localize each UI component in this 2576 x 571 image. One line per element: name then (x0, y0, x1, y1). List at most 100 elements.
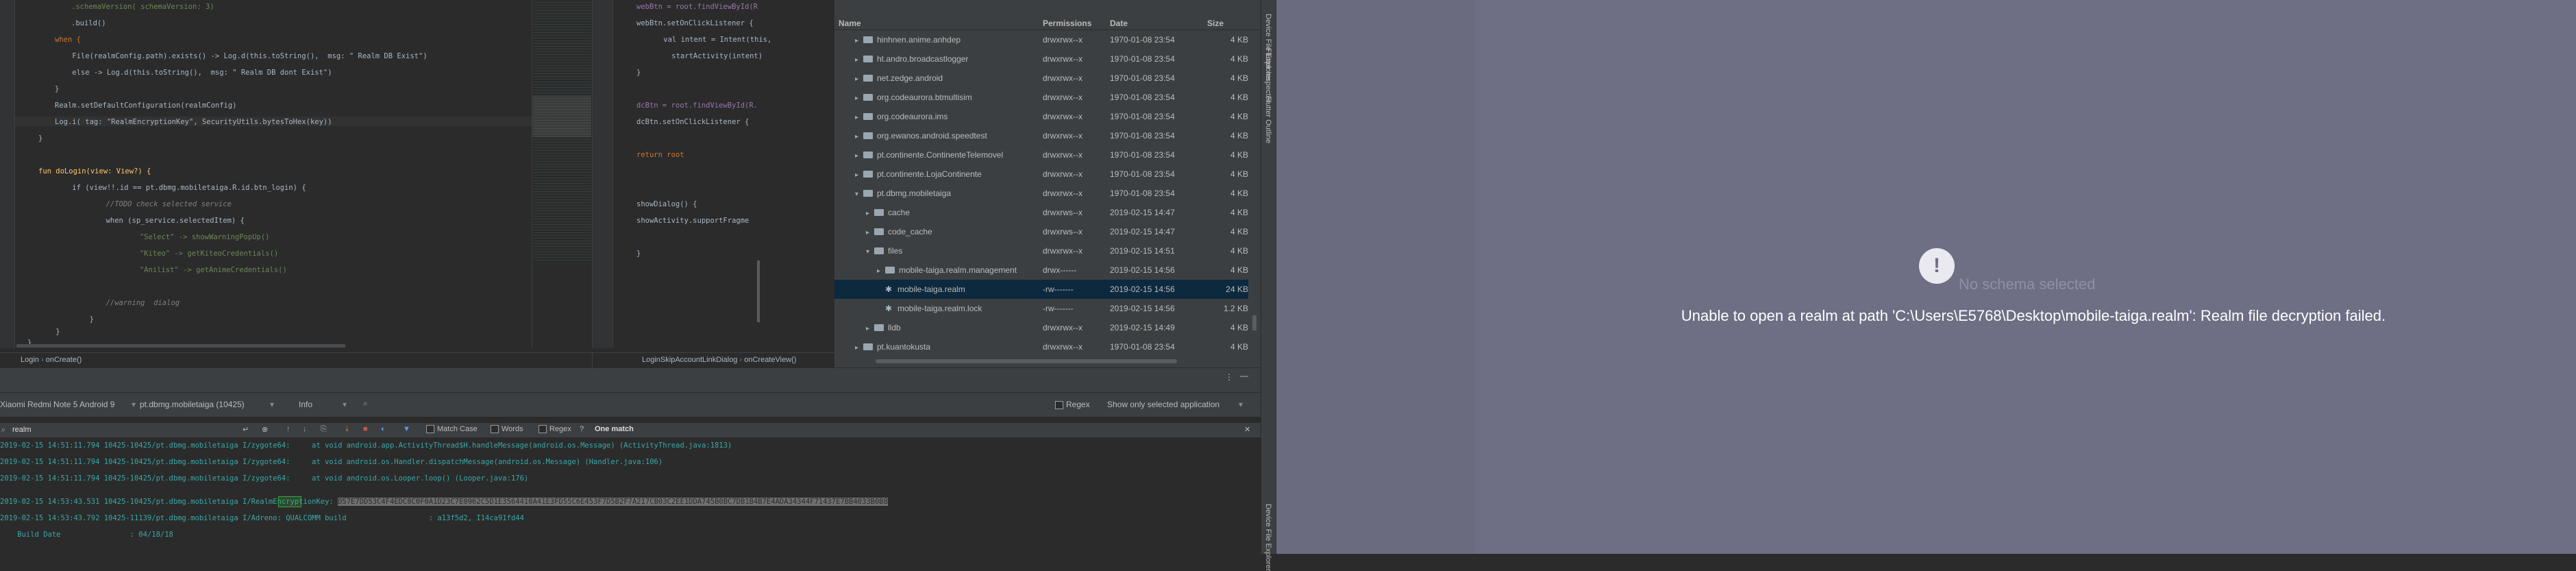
file-row[interactable]: ▸ hinhnen.anime.anhdep drwxrwx--x 1970-01-0… (834, 30, 1248, 49)
context-icon[interactable]: ◐ (381, 425, 386, 433)
file-row[interactable]: ▾ pt.dbmg.mobiletaiga drwxrwx--x 1970-01-08… (834, 184, 1248, 203)
file-row[interactable]: ▸ pt.kuantokusta drwxrwx--x 1970-01-08 23:5… (834, 337, 1248, 356)
breadcrumb-item[interactable]: LoginSkipAccountLinkDialog (598, 356, 737, 364)
file-row[interactable]: ▸ org.codeaurora.btmultisim drwxrwx--x 1970… (834, 88, 1248, 107)
regex-checkbox[interactable]: Regex (538, 425, 571, 434)
file-perm-cell: drwxrwx--x (1043, 189, 1082, 198)
more-icon[interactable]: ⋮ (1225, 372, 1233, 382)
chevron-right-icon[interactable]: ▸ (855, 89, 863, 108)
search-icon[interactable]: ⌕ (363, 398, 368, 409)
column-header[interactable]: Permissions (1043, 19, 1091, 28)
regex-checkbox[interactable]: Regex (1055, 400, 1090, 409)
horizontal-scrollbar[interactable] (876, 359, 1177, 363)
file-date-cell: 1970-01-08 23:54 (1110, 54, 1175, 64)
tab-device-file-explorer-bottom[interactable]: Device File Explorer (1264, 504, 1272, 571)
breadcrumb-item[interactable]: Login (5, 356, 39, 364)
file-row[interactable]: ▸ lldb drwxrwx--x 2019-02-15 14:49 4 KB (834, 318, 1248, 337)
file-row[interactable]: ▸ pt.continente.LojaContinente drwxrwx--x 1… (834, 165, 1248, 184)
logcat-toolbar-top: ⋮ — (0, 367, 1261, 392)
file-name: pt.dbmg.mobiletaiga (877, 189, 952, 198)
stop-icon[interactable]: ■ (363, 425, 368, 433)
file-row[interactable]: ▸ net.zedge.android drwxrwx--x 1970-01-08 2… (834, 69, 1248, 88)
column-header[interactable]: Name (839, 19, 861, 28)
match-count: One match (595, 425, 634, 433)
log-level-dropdown[interactable]: Info (299, 400, 312, 409)
select-all-icon[interactable]: ⎘ (321, 425, 327, 434)
vertical-scrollbar[interactable] (1252, 315, 1256, 330)
code-line: "Kiteo" -> getKiteoCredentials() (88, 250, 279, 258)
file-icon: ✱ (885, 304, 893, 313)
code-editor-right[interactable]: webBtn = root.findViewById(R webBtn.setO… (592, 0, 834, 348)
breadcrumb-item[interactable]: onCreate() (46, 356, 82, 364)
file-name-cell: ✱ mobile-taiga.realm (877, 280, 965, 299)
chevron-right-icon[interactable]: ▸ (855, 127, 863, 147)
file-row[interactable]: ▸ code_cache drwxrws--x 2019-02-15 14:47 4 K… (834, 222, 1248, 241)
log-line: 2019-02-15 14:53:43.792 10425-11139/pt.d… (0, 514, 524, 522)
code-line: "Anilist" -> getAnimeCredentials() (88, 266, 287, 274)
arrow-up-icon[interactable]: ↑ (286, 425, 290, 433)
search-input[interactable]: realm (12, 426, 32, 434)
code-line: Log.i( tag: "RealmEncryptionKey", Securi… (55, 118, 332, 126)
logcat-output[interactable]: 2019-02-15 14:51:11.794 10425-10425/pt.d… (0, 439, 1261, 554)
code-line: } (55, 315, 94, 324)
code-line: } (38, 134, 43, 143)
chevron-down-icon[interactable]: ▾ (866, 243, 874, 262)
file-row[interactable]: ▸ org.ewanos.android.speedtest drwxrwx--x 1… (834, 126, 1248, 145)
chevron-down-icon[interactable]: ▾ (855, 185, 863, 204)
chevron-right-icon[interactable]: ▸ (855, 70, 863, 89)
tab-flutter-inspector[interactable]: Flutter Inspector (1264, 48, 1272, 102)
vertical-scrollbar[interactable] (757, 260, 760, 322)
file-row[interactable]: ▾ files drwxrwx--x 2019-02-15 14:51 4 KB (834, 241, 1248, 260)
chevron-right-icon[interactable]: ▸ (855, 166, 863, 185)
funnel-icon[interactable]: ▼ (403, 425, 410, 433)
column-header[interactable]: Date (1110, 19, 1128, 28)
filter-select-dropdown[interactable]: Show only selected application (1107, 400, 1219, 409)
words-checkbox[interactable]: Words (491, 425, 523, 434)
code-line: //TODO check selected service (71, 200, 232, 208)
file-row[interactable]: ▸ org.codeaurora.ims drwxrwx--x 1970-01-08 … (834, 107, 1248, 126)
file-row[interactable]: ✱ mobile-taiga.realm -rw------- 2019-02-15 … (834, 280, 1248, 299)
history-icon[interactable]: ↵ (243, 425, 249, 434)
file-size-cell: 4 KB (1230, 73, 1248, 83)
match-case-checkbox[interactable]: Match Case (426, 425, 478, 434)
help-icon[interactable]: ? (580, 425, 584, 433)
file-row[interactable]: ✱ mobile-taiga.realm.lock -rw------- 2019-0… (834, 299, 1248, 318)
device-dropdown[interactable]: Xiaomi Redmi Note 5 Android 9 (0, 400, 114, 409)
horizontal-scrollbar[interactable] (16, 344, 345, 348)
folder-icon (863, 93, 873, 101)
arrow-down-icon[interactable]: ↓ (303, 425, 307, 433)
code-line: return root (636, 151, 684, 159)
clear-icon[interactable]: ⊗ (262, 425, 268, 434)
folder-icon (863, 151, 873, 158)
file-row[interactable]: ▸ pt.continente.ContinenteTelemovel drwxrw… (834, 145, 1248, 165)
minimap-left[interactable] (532, 0, 592, 348)
file-size-cell: 4 KB (1230, 189, 1248, 198)
search-match-highlight (278, 496, 301, 507)
chevron-right-icon[interactable]: ▸ (855, 147, 863, 166)
code-line: when (sp_service.selectedItem) { (71, 217, 245, 225)
file-date-cell: 2019-02-15 14:47 (1110, 227, 1175, 236)
column-header[interactable]: Size (1207, 19, 1224, 28)
chevron-right-icon[interactable]: ▸ (866, 319, 874, 339)
chevron-right-icon[interactable]: ▸ (855, 51, 863, 70)
tab-flutter-outline[interactable]: Flutter Outline (1264, 96, 1272, 143)
file-size-cell: 4 KB (1230, 227, 1248, 236)
file-row[interactable]: ▸ ht.andro.broadcastlogger drwxrwx--x 1970-… (834, 49, 1248, 69)
chevron-right-icon[interactable]: ▸ (855, 32, 863, 51)
chevron-right-icon[interactable]: ▸ (855, 339, 863, 358)
chevron-right-icon[interactable]: ▸ (855, 108, 863, 127)
file-row[interactable]: ▸ mobile-taiga.realm.management drwx------… (834, 260, 1248, 280)
chevron-right-icon[interactable]: ▸ (866, 223, 874, 243)
file-date-cell: 2019-02-15 14:56 (1110, 265, 1175, 275)
chevron-right-icon[interactable]: ▸ (877, 262, 885, 281)
file-date-cell: 2019-02-15 14:51 (1110, 246, 1175, 256)
close-icon[interactable]: ✕ (1244, 425, 1250, 434)
file-size-cell: 4 KB (1230, 342, 1248, 352)
package-dropdown[interactable]: pt.dbmg.mobiletaiga (10425) (140, 400, 245, 409)
minimize-icon[interactable]: — (1240, 371, 1248, 380)
filter-icon[interactable]: ⤓ (345, 425, 349, 434)
chevron-right-icon[interactable]: ▸ (866, 204, 874, 223)
file-row[interactable]: ▸ cache drwxrws--x 2019-02-15 14:47 4 KB (834, 203, 1248, 222)
code-editor-left[interactable]: .schemaVersion( schemaVersion: 3) .build… (0, 0, 532, 348)
breadcrumb-item[interactable]: onCreateView() (744, 356, 796, 364)
